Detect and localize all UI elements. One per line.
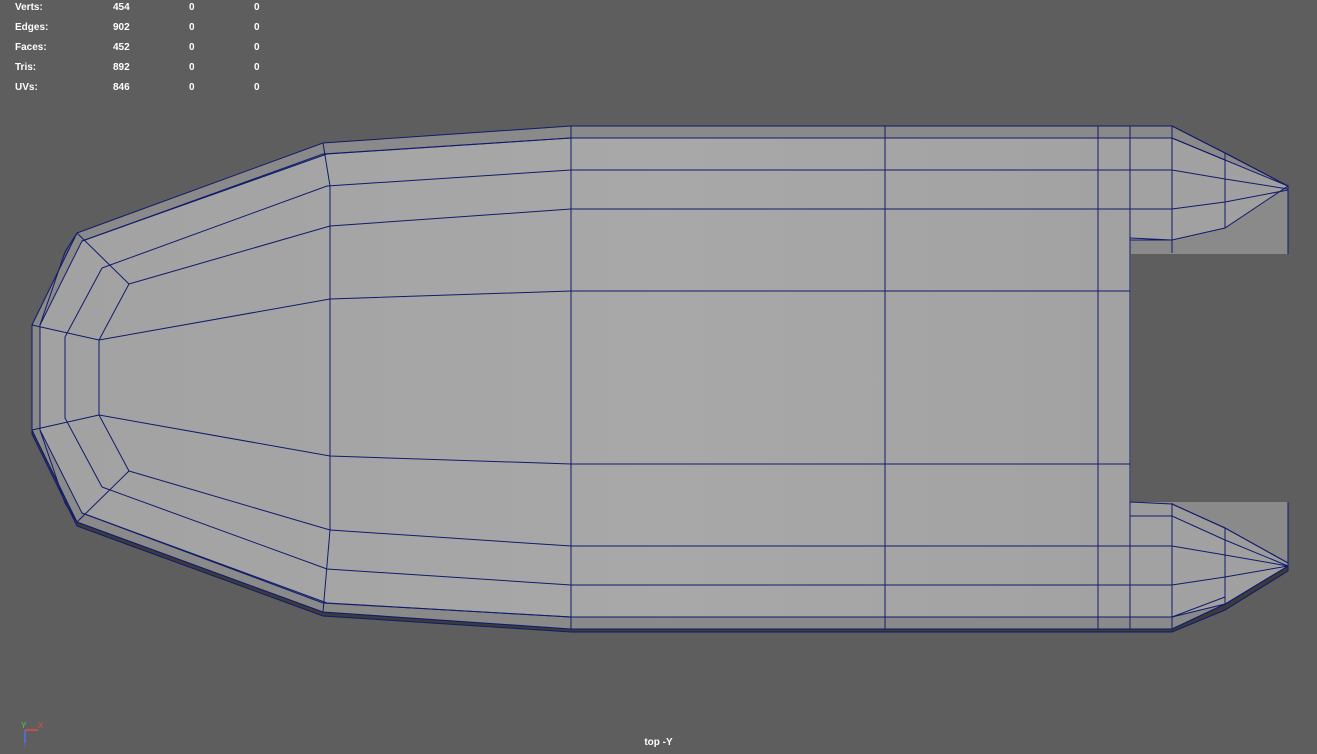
hull-face[interactable] — [39, 137, 1290, 618]
y-axis-label: Y — [21, 721, 27, 730]
hud-label: Faces: — [15, 42, 47, 53]
hud-third: 0 — [254, 82, 260, 93]
hud-selected: 0 — [189, 2, 195, 13]
hud-total: 892 — [113, 62, 130, 73]
hud-selected: 0 — [189, 62, 195, 73]
hud-row-faces: Faces: 452 0 0 — [0, 40, 300, 60]
hud-row-uvs: UVs: 846 0 0 — [0, 80, 300, 100]
hud-third: 0 — [254, 62, 260, 73]
hud-label: Edges: — [15, 22, 49, 33]
hud-third: 0 — [254, 2, 260, 13]
boat-mesh[interactable] — [31, 125, 1317, 630]
stern-notch — [1131, 254, 1317, 502]
hud-label: UVs: — [15, 82, 38, 93]
camera-view-label: top -Y — [644, 737, 673, 748]
x-axis-label: X — [38, 721, 44, 730]
hud-third: 0 — [254, 42, 260, 53]
hud-third: 0 — [254, 22, 260, 33]
hud-selected: 0 — [189, 82, 195, 93]
hud-row-edges: Edges: 902 0 0 — [0, 20, 300, 40]
hud-total: 454 — [113, 2, 130, 13]
hud-row-tris: Tris: 892 0 0 — [0, 60, 300, 80]
hud-selected: 0 — [189, 42, 195, 53]
hud-selected: 0 — [189, 22, 195, 33]
hud-total: 846 — [113, 82, 130, 93]
hud-label: Verts: — [15, 2, 43, 13]
hud-label: Tris: — [15, 62, 37, 73]
hud-total: 902 — [113, 22, 130, 33]
viewport[interactable] — [0, 0, 1317, 754]
hud-total: 452 — [113, 42, 130, 53]
hud-row-verts: Verts: 454 0 0 — [0, 0, 300, 20]
